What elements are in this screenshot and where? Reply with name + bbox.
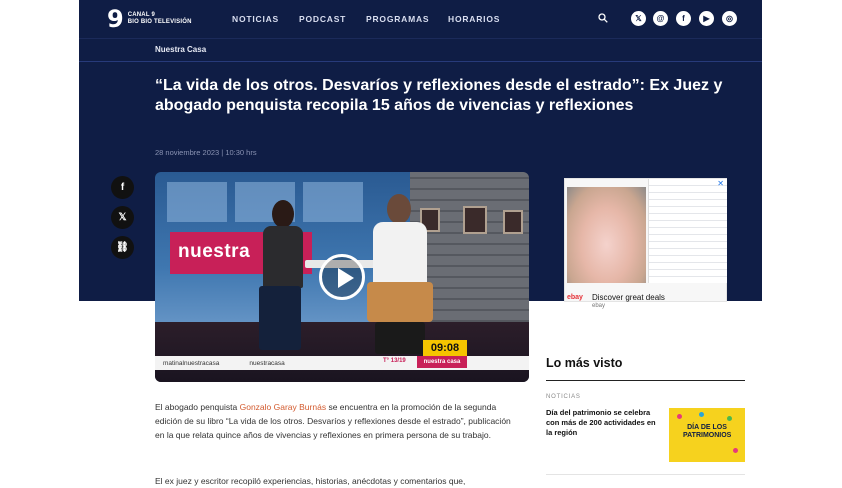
section-divider xyxy=(79,61,762,62)
video-player[interactable]: nuestra 09:08 matinalnuestracasa nuestra… xyxy=(155,172,529,382)
ad-pattern-image xyxy=(648,179,727,283)
confetti-dot xyxy=(677,414,682,419)
author-link[interactable]: Gonzalo Garay Burnás xyxy=(240,402,326,412)
video-show-name: nuestra casa xyxy=(417,356,467,368)
ad-sub: ebay xyxy=(592,303,606,309)
play-button[interactable] xyxy=(319,254,365,300)
ad-brand: ebay xyxy=(567,294,583,301)
advertisement[interactable]: ✕ ebay Discover great deals ebay xyxy=(564,178,727,309)
thumbnail-text: DÍA DE LOS PATRIMONIOS xyxy=(683,424,732,439)
ad-text: Discover great deals xyxy=(592,293,665,302)
youtube-icon[interactable]: ▶ xyxy=(699,11,714,26)
instagram-handle: matinalnuestracasa xyxy=(163,359,220,367)
most-viewed-divider-bottom xyxy=(546,474,745,475)
ad-dress-image xyxy=(567,187,646,283)
facebook-handle: nuestracasa xyxy=(249,359,285,367)
channel-logo[interactable]: 9 CANAL 9 BIO BIO TELEVISIÓN xyxy=(107,7,192,31)
nav-programas[interactable]: PROGRAMAS xyxy=(366,14,429,24)
x-icon: 𝕏 xyxy=(118,212,127,223)
video-temperature: T° 13/19 xyxy=(383,358,406,364)
confetti-dot xyxy=(727,416,732,421)
confetti-dot xyxy=(699,412,704,417)
threads-icon[interactable]: @ xyxy=(653,11,668,26)
host-man-body xyxy=(373,222,427,284)
logo-number: 9 xyxy=(107,5,124,33)
instagram-icon[interactable]: ◎ xyxy=(722,11,737,26)
nav-noticias[interactable]: NOTICIAS xyxy=(232,14,279,24)
most-viewed-title: Lo más visto xyxy=(546,356,623,370)
facebook-icon: f xyxy=(120,182,125,193)
top-navigation: 9 CANAL 9 BIO BIO TELEVISIÓN NOTICIAS PO… xyxy=(79,0,762,38)
most-viewed-category: NOTICIAS xyxy=(546,394,581,400)
most-viewed-item-title[interactable]: Día del patrimonio se celebra con más de… xyxy=(546,408,663,438)
share-x-button[interactable]: 𝕏 xyxy=(111,206,134,229)
logo-text: CANAL 9 BIO BIO TELEVISIÓN xyxy=(128,12,192,26)
article-headline: “La vida de los otros. Desvaríos y refle… xyxy=(155,77,723,114)
play-icon xyxy=(338,268,354,288)
facebook-icon[interactable]: f xyxy=(676,11,691,26)
article-paragraph-1: El abogado penquista Gonzalo Garay Burná… xyxy=(155,400,511,442)
article-paragraph-2: El ex juez y escritor recopiló experienc… xyxy=(155,476,466,486)
host-woman xyxy=(255,200,310,350)
video-lower-third: matinalnuestracasa nuestracasa xyxy=(155,356,529,370)
studio-panel xyxy=(167,182,227,222)
logo-line2: BIO BIO TELEVISIÓN xyxy=(127,19,192,25)
wall-frame xyxy=(503,210,523,234)
host-man-head xyxy=(387,194,411,224)
share-link-button[interactable]: ⛓ xyxy=(111,236,134,259)
host-woman-head xyxy=(272,200,294,228)
nav-horarios[interactable]: HORARIOS xyxy=(448,14,500,24)
video-clock: 09:08 xyxy=(423,340,467,356)
most-viewed-thumbnail[interactable]: DÍA DE LOS PATRIMONIOS xyxy=(669,408,745,462)
x-icon[interactable]: 𝕏 xyxy=(631,11,646,26)
wall-frame xyxy=(463,206,487,234)
host-man xyxy=(365,194,435,354)
search-icon[interactable] xyxy=(598,13,608,23)
host-woman-legs xyxy=(259,286,301,350)
share-facebook-button[interactable]: f xyxy=(111,176,134,199)
studio-panel xyxy=(303,182,363,222)
host-man-legs xyxy=(367,282,433,322)
studio-floor xyxy=(155,322,529,382)
article-page: 9 CANAL 9 BIO BIO TELEVISIÓN NOTICIAS PO… xyxy=(0,0,842,488)
paragraph-text: El abogado penquista xyxy=(155,402,240,412)
article-date: 28 noviembre 2023 | 10:30 hrs xyxy=(155,148,257,157)
confetti-dot xyxy=(733,448,738,453)
host-woman-body xyxy=(263,226,303,288)
logo-line1: CANAL 9 xyxy=(127,12,155,18)
section-tag[interactable]: Nuestra Casa xyxy=(155,45,206,54)
most-viewed-divider xyxy=(546,380,745,381)
nav-divider xyxy=(79,38,762,39)
ad-choices-icon[interactable]: ✕ xyxy=(717,179,724,188)
nav-podcast[interactable]: PODCAST xyxy=(299,14,346,24)
host-man-boots xyxy=(375,322,425,354)
link-icon: ⛓ xyxy=(116,242,129,253)
